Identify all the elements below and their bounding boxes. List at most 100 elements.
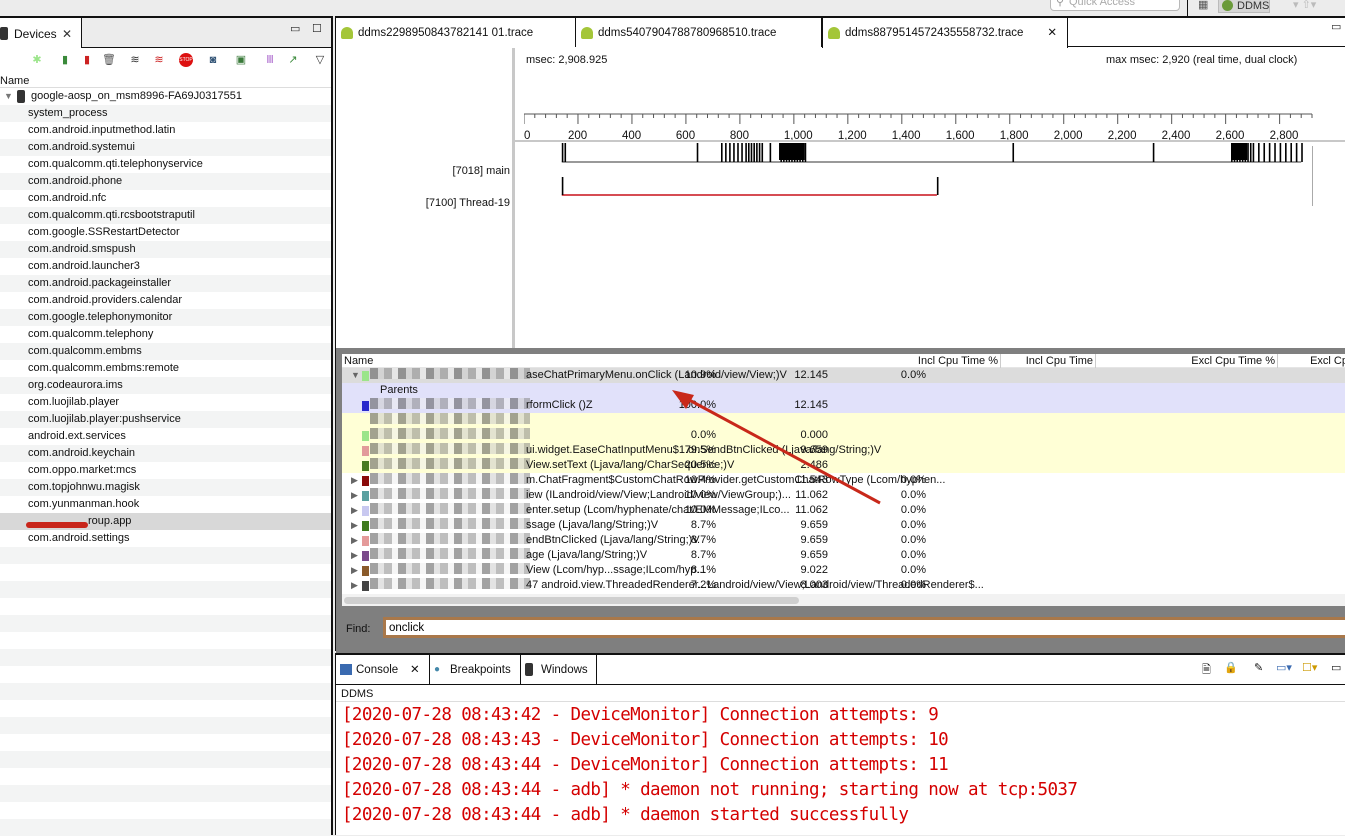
method-call-mark[interactable] — [721, 143, 723, 162]
method-call-mark[interactable] — [1247, 143, 1249, 162]
column-header-incl-cpu[interactable]: Incl Cpu Time — [1026, 354, 1096, 368]
process-row[interactable]: system_process — [0, 105, 331, 122]
clear-console-icon[interactable]: 🗎 — [1202, 661, 1211, 680]
method-call-mark[interactable] — [769, 143, 772, 162]
profile-row[interactable]: View.setText (Ljava/lang/CharSequence;)V… — [342, 458, 1345, 473]
minimize-icon[interactable]: ▭ — [1331, 20, 1341, 33]
expand-toggle-icon[interactable]: ▶ — [351, 563, 358, 578]
profile-row[interactable]: ▶ 47 android.view.ThreadedRenderer...Land… — [342, 578, 1345, 593]
profile-row[interactable]: ▼ aseChatPrimaryMenu.onClick (Landroid/vi… — [342, 368, 1345, 383]
profile-row[interactable]: rformClick ()Z 100.0% 12.145 — [342, 398, 1345, 413]
devices-tab[interactable]: Devices ✕ — [0, 18, 82, 48]
method-call-mark[interactable] — [1285, 143, 1287, 162]
expand-toggle-icon[interactable]: ▶ — [351, 518, 358, 533]
process-row[interactable]: com.oppo.market:mcs — [0, 462, 331, 479]
trace-tab-2[interactable]: ddms5407904788780968510.trace — [576, 18, 822, 47]
process-row[interactable]: com.luojilab.player:pushservice — [0, 411, 331, 428]
dense-call-block[interactable] — [779, 143, 805, 160]
view-menu-icon[interactable]: ▽ — [313, 53, 327, 67]
profile-row[interactable]: Parents — [342, 383, 1345, 398]
profile-row[interactable]: ▶ endBtnClicked (Ljava/lang/String;)V 8.7%… — [342, 533, 1345, 548]
close-icon[interactable]: ✕ — [62, 18, 72, 50]
expand-toggle-icon[interactable]: ▶ — [351, 533, 358, 548]
maximize-icon[interactable]: ☐ — [312, 22, 322, 35]
profile-row[interactable]: 0.0% 0.000 — [342, 428, 1345, 443]
process-row[interactable]: com.qualcomm.telephony — [0, 326, 331, 343]
close-icon[interactable]: ✕ — [1047, 18, 1057, 49]
thread-label-main[interactable]: [7018] main — [453, 165, 510, 177]
profile-row[interactable] — [342, 413, 1345, 428]
process-row[interactable]: com.luojilab.player — [0, 394, 331, 411]
update-heap-icon[interactable]: ▮ — [58, 53, 72, 67]
ddms-perspective-button[interactable]: DDMS — [1218, 0, 1270, 13]
method-call-mark[interactable] — [737, 143, 739, 162]
toolbar-dropdown-icon[interactable]: ▾ ⇧▾ — [1293, 0, 1316, 13]
dump-hprof-icon[interactable]: ▮ — [80, 53, 94, 67]
pin-console-icon[interactable]: ✎ — [1254, 661, 1263, 674]
method-call-mark[interactable] — [1274, 143, 1276, 162]
console-tab[interactable]: Console ✕ — [336, 655, 430, 685]
close-icon[interactable]: ✕ — [410, 655, 420, 685]
expand-toggle-icon[interactable]: ▶ — [351, 503, 358, 518]
method-call-mark[interactable] — [753, 143, 755, 162]
method-call-mark[interactable] — [729, 143, 731, 162]
method-call-mark[interactable] — [761, 143, 764, 162]
breakpoints-tab[interactable]: ● Breakpoints — [430, 655, 521, 685]
method-call-mark[interactable] — [1290, 143, 1293, 162]
column-header-excl-cpu-pct[interactable]: Excl Cpu Time % — [1191, 354, 1278, 368]
scroll-lock-icon[interactable]: 🔒 — [1224, 661, 1238, 674]
method-call-mark[interactable] — [1301, 143, 1303, 162]
process-row[interactable]: com.qualcomm.embms — [0, 343, 331, 360]
timeline-splitter[interactable] — [512, 48, 515, 348]
profile-row[interactable]: ▶ iew (ILandroid/view/View;Landroid/view/… — [342, 488, 1345, 503]
method-call-mark[interactable] — [804, 143, 807, 162]
method-call-mark[interactable] — [733, 143, 735, 162]
open-console-icon[interactable]: ☐▾ — [1302, 661, 1317, 674]
find-input[interactable] — [383, 617, 1345, 638]
debug-icon[interactable]: ✱ — [30, 53, 44, 67]
expand-toggle-icon[interactable]: ▶ — [351, 548, 358, 563]
console-output[interactable]: [2020-07-28 08:43:42 - DeviceMonitor] Co… — [342, 703, 1078, 828]
start-method-profiling-icon[interactable]: ≋ — [152, 53, 166, 67]
method-call-mark[interactable] — [750, 143, 753, 162]
dump-view-hierarchy-icon[interactable]: ▣ — [234, 53, 248, 67]
method-call-mark[interactable] — [1012, 143, 1015, 162]
process-row[interactable]: com.android.launcher3 — [0, 258, 331, 275]
cause-gc-icon[interactable]: 🗑 — [102, 53, 116, 67]
devices-column-header[interactable]: Name — [0, 74, 331, 88]
expand-toggle-icon[interactable]: ▶ — [351, 488, 358, 503]
profile-row[interactable]: ▶ age (Ljava/lang/String;)V 8.7% 9.659 0.0% — [342, 548, 1345, 563]
start-opengl-trace-icon[interactable]: ↗ — [286, 53, 300, 67]
profile-row[interactable]: ▶ View (Lcom/hyp...ssage;ILcom/hyp... 8.1%… — [342, 563, 1345, 578]
process-row[interactable]: com.android.packageinstaller — [0, 275, 331, 292]
process-row[interactable]: com.android.providers.calendar — [0, 292, 331, 309]
process-row[interactable]: com.android.phone — [0, 173, 331, 190]
trace-tab-3-active[interactable]: ddms8879514572435558732.trace ✕ — [822, 18, 1068, 48]
profile-row[interactable]: ui.widget.EaseChatInputMenu$1.onSendBtnC… — [342, 443, 1345, 458]
process-row[interactable]: com.android.systemui — [0, 139, 331, 156]
method-call-mark[interactable] — [1152, 143, 1155, 162]
method-call-mark[interactable] — [747, 143, 750, 162]
method-call-mark[interactable] — [1279, 143, 1282, 162]
method-call-mark[interactable] — [564, 143, 567, 162]
method-call-mark[interactable] — [745, 143, 747, 162]
method-call-mark[interactable] — [561, 143, 564, 162]
open-perspective-icon[interactable]: ▦ — [1198, 0, 1208, 13]
quick-access-search[interactable]: ⚲ Quick Access — [1050, 0, 1180, 11]
profile-row[interactable]: ▶ m.ChatFragment$CustomChatRowProvider.ge… — [342, 473, 1345, 488]
process-row[interactable]: com.android.keychain — [0, 445, 331, 462]
method-call-mark[interactable] — [1258, 143, 1260, 162]
column-header-incl-cpu-pct[interactable]: Incl Cpu Time % — [918, 354, 1001, 368]
method-call-mark[interactable] — [1263, 143, 1266, 162]
device-node[interactable]: ▼ google-aosp_on_msm8996-FA69J0317551 — [0, 88, 331, 105]
dense-call-block[interactable] — [1231, 143, 1248, 160]
collapse-toggle-icon[interactable]: ▼ — [351, 368, 360, 383]
method-call-mark[interactable] — [1268, 143, 1271, 162]
process-row[interactable]: com.qualcomm.embms:remote — [0, 360, 331, 377]
method-call-mark[interactable] — [758, 143, 761, 162]
process-row[interactable]: com.topjohnwu.magisk — [0, 479, 331, 496]
profile-row[interactable]: ▶ ssage (Ljava/lang/String;)V 8.7% 9.659 0.0… — [342, 518, 1345, 533]
method-call-mark[interactable] — [696, 143, 699, 162]
column-header-excl-cpu[interactable]: Excl Cp — [1310, 354, 1345, 368]
method-call-mark[interactable] — [756, 143, 758, 162]
